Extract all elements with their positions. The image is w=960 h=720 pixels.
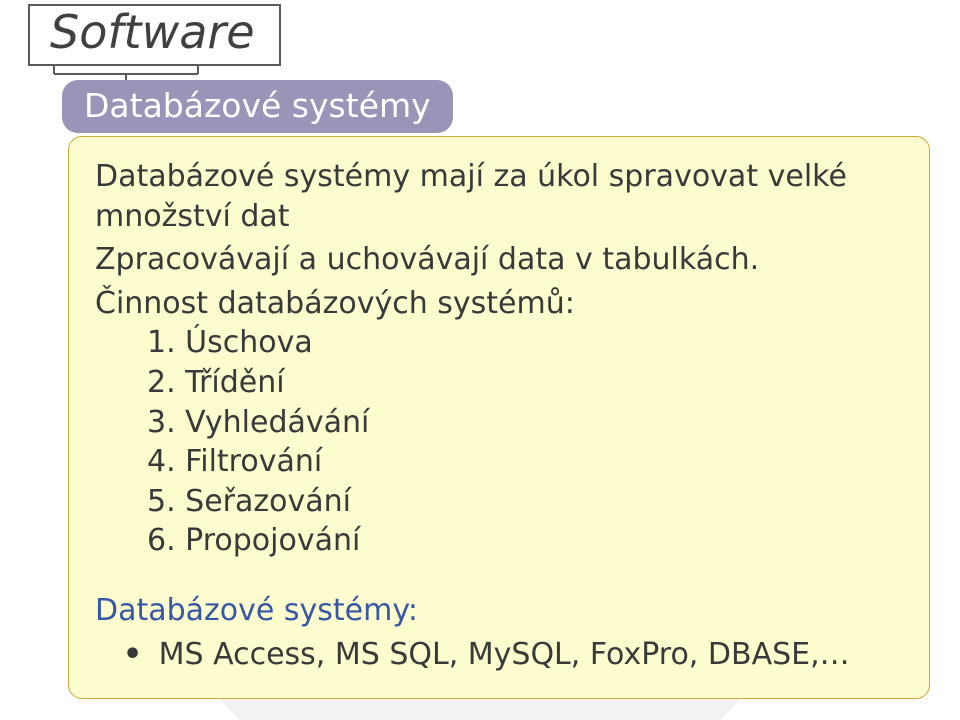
slide: Software Databázové systémy Databázové s… bbox=[0, 0, 960, 720]
slide-title: Software bbox=[50, 8, 255, 56]
systems-heading: Databázové systémy: bbox=[95, 591, 903, 631]
activities-heading: Činnost databázových systémů: bbox=[95, 284, 903, 324]
list-item: 2. Třídění bbox=[147, 363, 903, 403]
title-box: Software bbox=[28, 4, 281, 66]
systems-list: MS Access, MS SQL, MySQL, FoxPro, DBASE,… bbox=[95, 635, 903, 675]
list-item: 3. Vyhledávání bbox=[147, 403, 903, 443]
list-item: 4. Filtrování bbox=[147, 442, 903, 482]
list-item: 5. Seřazování bbox=[147, 482, 903, 522]
content-box: Databázové systémy mají za úkol spravova… bbox=[68, 136, 930, 699]
activities-list: 1. Úschova 2. Třídění 3. Vyhledávání 4. … bbox=[95, 323, 903, 561]
intro-paragraph-2: Zpracovávají a uchovávají data v tabulká… bbox=[95, 240, 903, 280]
list-item: 6. Propojování bbox=[147, 521, 903, 561]
topic-chip: Databázové systémy bbox=[62, 80, 453, 133]
list-item: MS Access, MS SQL, MySQL, FoxPro, DBASE,… bbox=[147, 635, 903, 675]
list-item: 1. Úschova bbox=[147, 323, 903, 363]
intro-paragraph-1: Databázové systémy mají za úkol spravova… bbox=[95, 157, 903, 236]
